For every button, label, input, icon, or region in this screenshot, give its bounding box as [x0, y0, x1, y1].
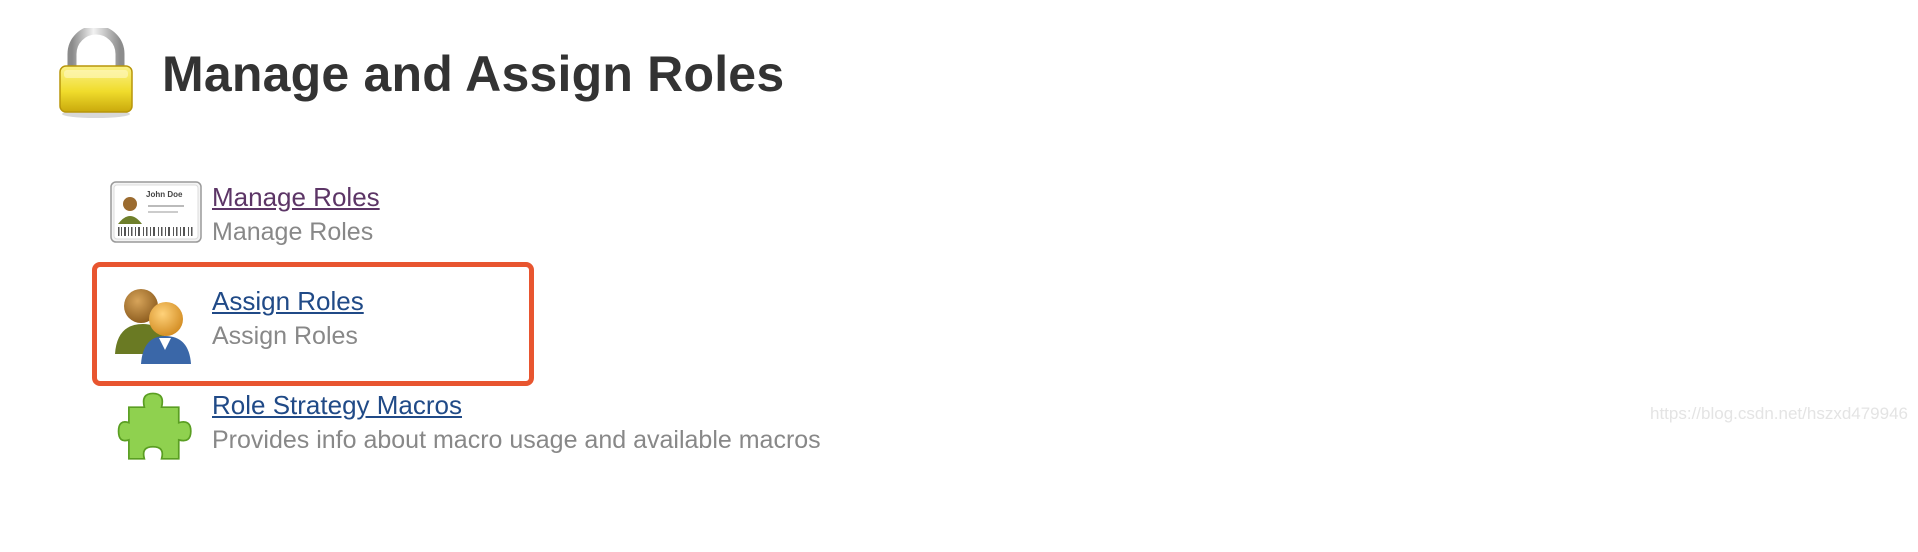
- page-title: Manage and Assign Roles: [162, 46, 785, 102]
- menu-item-manage-roles[interactable]: John Doe Manage Roles Manage Roles: [108, 178, 821, 282]
- menu-item-assign-roles[interactable]: Assign Roles Assign Roles: [108, 282, 821, 386]
- page-header: Manage and Assign Roles: [56, 28, 784, 120]
- role-strategy-macros-link[interactable]: Role Strategy Macros: [212, 388, 821, 422]
- menu-list: John Doe Manage Roles Manage Roles Assig…: [108, 178, 821, 490]
- lock-icon: [59, 28, 133, 118]
- assign-roles-description: Assign Roles: [212, 322, 358, 350]
- puzzle-piece-icon: [108, 386, 204, 468]
- watermark: https://blog.csdn.net/hszxd479946: [1649, 404, 1908, 423]
- manage-roles-description: Manage Roles: [212, 218, 374, 246]
- menu-item-role-strategy-macros[interactable]: Role Strategy Macros Provides info about…: [108, 386, 821, 490]
- manage-roles-link[interactable]: Manage Roles: [212, 180, 380, 214]
- users-icon: [108, 282, 204, 364]
- role-strategy-macros-description: Provides info about macro usage and avai…: [212, 426, 821, 454]
- assign-roles-link[interactable]: Assign Roles: [212, 284, 364, 318]
- svg-text:John Doe: John Doe: [146, 190, 183, 199]
- id-card-icon: John Doe: [108, 178, 204, 260]
